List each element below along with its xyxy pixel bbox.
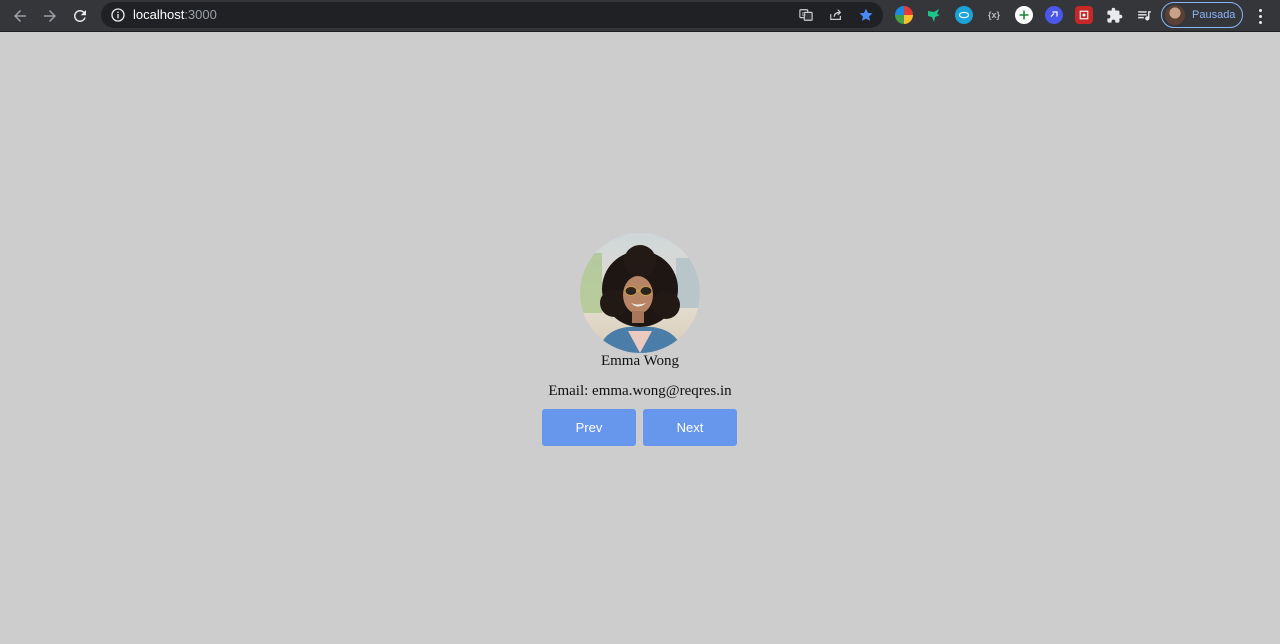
next-button[interactable]: Next [643,409,737,446]
profile-name: Pausada [1192,9,1236,21]
puzzle-icon[interactable] [1105,6,1123,24]
url-text[interactable]: localhost:3000 [133,7,217,23]
extension-plus-icon[interactable] [1015,6,1033,24]
star-icon[interactable] [858,7,874,23]
avatar [580,233,700,353]
extension-color-icon[interactable] [895,6,913,24]
profile-avatar [1165,5,1185,25]
url-port: :3000 [184,7,217,22]
info-icon[interactable] [110,7,126,23]
back-arrow-icon [14,10,26,22]
profile-button[interactable]: Pausada [1161,2,1243,28]
reload-button[interactable] [68,4,92,28]
extension-bird-icon[interactable] [925,6,943,24]
translate-icon[interactable]: G [798,7,814,23]
browser-toolbar: localhost:3000 G {x} Pausada [0,0,1280,32]
extension-red-app-icon[interactable] [1075,6,1093,24]
extension-code-icon[interactable]: {x} [985,6,1003,24]
forward-button[interactable] [38,4,62,28]
user-email: Email: emma.wong@reqres.in [548,383,732,399]
url-host: localhost [133,7,185,22]
prev-button[interactable]: Prev [542,409,636,446]
back-button[interactable] [8,4,32,28]
kebab-menu-icon[interactable] [1252,6,1268,26]
reload-icon [73,9,86,22]
reading-list-icon[interactable] [1135,6,1153,24]
user-photo [580,233,700,353]
share-icon[interactable] [828,7,844,23]
address-bar[interactable]: localhost:3000 G [101,2,883,28]
svg-text:G: G [802,12,806,18]
forward-arrow-icon [44,10,56,22]
extension-eye-icon[interactable] [955,6,973,24]
extension-link-icon[interactable] [1045,6,1063,24]
user-name: Emma Wong [600,353,680,369]
